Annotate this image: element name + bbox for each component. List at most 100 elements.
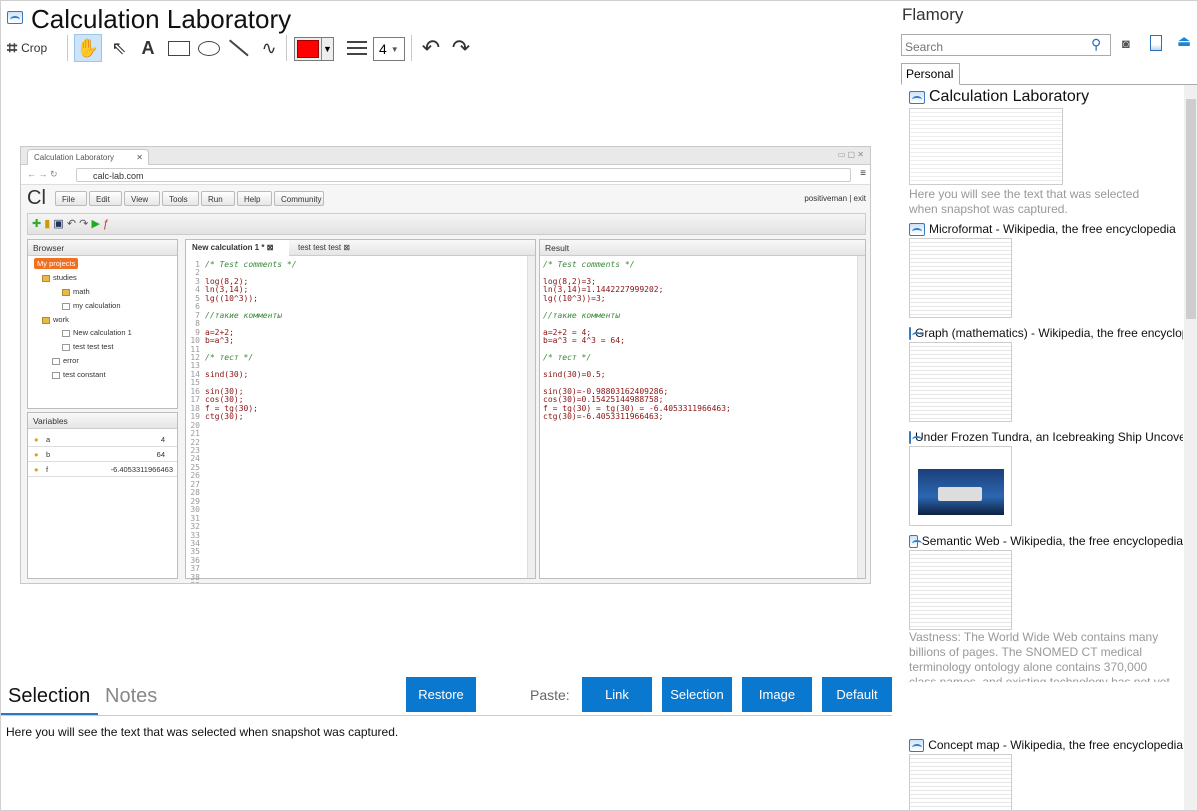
selection-text[interactable]: Here you will see the text that was sele… [6,725,398,739]
code-line: sind(30)=0.5; [543,369,606,379]
snapshot-menu-help: Help [237,191,272,206]
snapshot-browser-tab: Calculation Laboratory ✕ [27,149,149,165]
tab-personal[interactable]: Personal [901,63,960,85]
thumbnail-image [909,342,1012,422]
pointer-icon: ⇖ [111,37,127,58]
snapshot-tab-bar: Calculation Laboratory ✕ ▭ ▢ ✕ [21,147,870,165]
snapshot-editor-code: /* Test comments */ log(8,2); ln(3,14); lg… [205,260,297,422]
line-icon [229,39,249,57]
snapshot-editor-scrollbar [527,256,535,578]
rectangle-icon [168,40,190,56]
line-width-icon [345,34,369,62]
snapshot-menu-file: File [55,191,87,206]
rectangle-tool-button[interactable] [165,34,193,62]
code-line: /* Test comments */ [543,260,635,269]
thumbnail-image [909,446,1012,526]
bottom-divider [1,715,892,716]
sidebar-title: Flamory [902,5,964,24]
code-line: b=a^3; [205,336,234,346]
snapshot-browser-panel: Browser My projects studies math my calc… [27,239,178,409]
restore-button[interactable]: Restore [406,677,476,712]
code-line: ctg(30); [205,412,244,422]
snapshot-logo: Cl [27,187,46,209]
snapshot-variables-panel: Variables ● a 4 ● b 64 ● f -6.4053311966463 [27,412,178,579]
snapshot-menu-run: Run [201,191,235,206]
snapshot-menu-bar: Cl File Edit View Tools Run Help Communi… [21,185,870,211]
pointer-tool-button[interactable]: ⇖ [105,34,133,62]
code-line: ctg(30)=-6.4053311966463; [543,412,664,422]
crop-button[interactable]: ⌗ Crop [7,34,59,62]
ellipse-tool-button[interactable] [195,34,223,62]
redo-icon: ↷ [451,35,471,60]
redo-button[interactable]: ↷ [447,34,475,62]
search-input[interactable] [901,34,1111,56]
snapshot-result-header: Result [540,240,865,256]
code-line: /* тест */ [205,352,254,362]
crop-icon: ⌗ [7,37,18,58]
undo-button[interactable]: ↶ [417,34,445,62]
variable-row: ● b 64 [28,447,177,462]
code-line: lg((10^3)); [205,293,258,303]
snapshot-menu-community: Community [274,191,324,206]
snapshot-menu-tools: Tools [162,191,199,206]
paste-default-button[interactable]: Default [822,677,892,712]
snapshot-result-code: /* Test comments */ log(8,2)=3; ln(3,14)=… [543,260,868,422]
line-tool-button[interactable] [225,34,253,62]
text-icon: A [141,37,155,58]
undo-icon: ↶ [421,35,441,60]
snapshot-result-scrollbar [857,256,865,578]
thumbnail-image [909,238,1012,318]
document-icon[interactable] [1150,35,1162,51]
code-line: lg((10^3))=3; [543,293,606,303]
snapshot-menu-view: View [124,191,160,206]
scrollbar-thumb[interactable] [1186,99,1196,319]
snapshot-result-panel: Result /* Test comments */ log(8,2)=3; ln… [539,239,866,579]
paste-label: Paste: [530,687,570,703]
page-icon [909,222,925,236]
crop-label: Crop [21,41,48,55]
page-icon [909,534,922,548]
variable-row: ● f -6.4053311966463 [28,462,177,477]
app-icon [7,11,23,24]
collapse-top-icon[interactable]: ⏏ [1177,34,1191,50]
search-icon[interactable]: ⚲ [1091,36,1101,53]
code-line: //такие комменты [205,310,283,320]
snapshot-image[interactable]: Calculation Laboratory ✕ ▭ ▢ ✕ ← → ↻ cal… [20,146,871,584]
sidebar-scrollbar[interactable] [1184,85,1197,810]
page-icon [909,326,922,340]
line-width-dropdown[interactable]: 4 ▼ [373,37,405,61]
camera-icon[interactable]: ◙ [1122,36,1130,51]
tab-selection[interactable]: Selection [8,685,90,708]
line-number: 39 [188,581,200,583]
freehand-tool-button[interactable]: ∿ [255,34,283,62]
snapshot-toolbar-icons: ✚ ▮ ▣ ↶ ↷ ▶ ƒ [32,218,110,230]
code-line: /* Test comments */ [205,260,297,269]
snapshot-line-numbers: 1 2 3 4 5 6 7 8 9 10 11 12 13 14 15 16 17 18 19 20 21 22 23 24 2… [188,260,200,583]
code-line: b=a^3 = 4^3 = 64; [543,336,625,346]
code-line: //такие комменты [543,310,621,320]
hand-tool-button[interactable]: ✋ [74,34,102,62]
snapshot-list: Calculation Laboratory Here you will see… [901,85,1183,810]
color-dropdown[interactable]: ▼ [294,37,334,61]
paste-link-button[interactable]: Link [582,677,652,712]
snapshot-url: calc-lab.com [76,168,851,182]
tab-notes[interactable]: Notes [105,685,157,708]
paste-selection-button[interactable]: Selection [662,677,732,712]
thumbnail-image [909,754,1012,810]
snapshot-editor-panel: New calculation 1 * ⊠ test test test ⊠ 1… [185,239,536,583]
snapshot-url-bar: ← → ↻ calc-lab.com ≡ [21,165,870,185]
freehand-icon: ∿ [261,37,277,58]
thumbnail-image [909,108,1063,185]
line-width-value: 4 [379,41,387,57]
snapshot-variables-header: Variables [28,413,177,429]
page-icon [909,430,922,444]
snapshot-editor-tabs: New calculation 1 * ⊠ test test test ⊠ [186,240,535,256]
hand-icon: ✋ [76,37,100,58]
flamory-window: Calculation Laboratory ⌗ Crop ✋ ⇖ A ∿ ▼ … [0,0,1198,811]
thumbnail-image [909,550,1012,630]
text-tool-button[interactable]: A [134,34,162,62]
code-line: /* тест */ [543,352,592,362]
snapshot-toolbar: ✚ ▮ ▣ ↶ ↷ ▶ ƒ [27,213,866,235]
paste-image-button[interactable]: Image [742,677,812,712]
